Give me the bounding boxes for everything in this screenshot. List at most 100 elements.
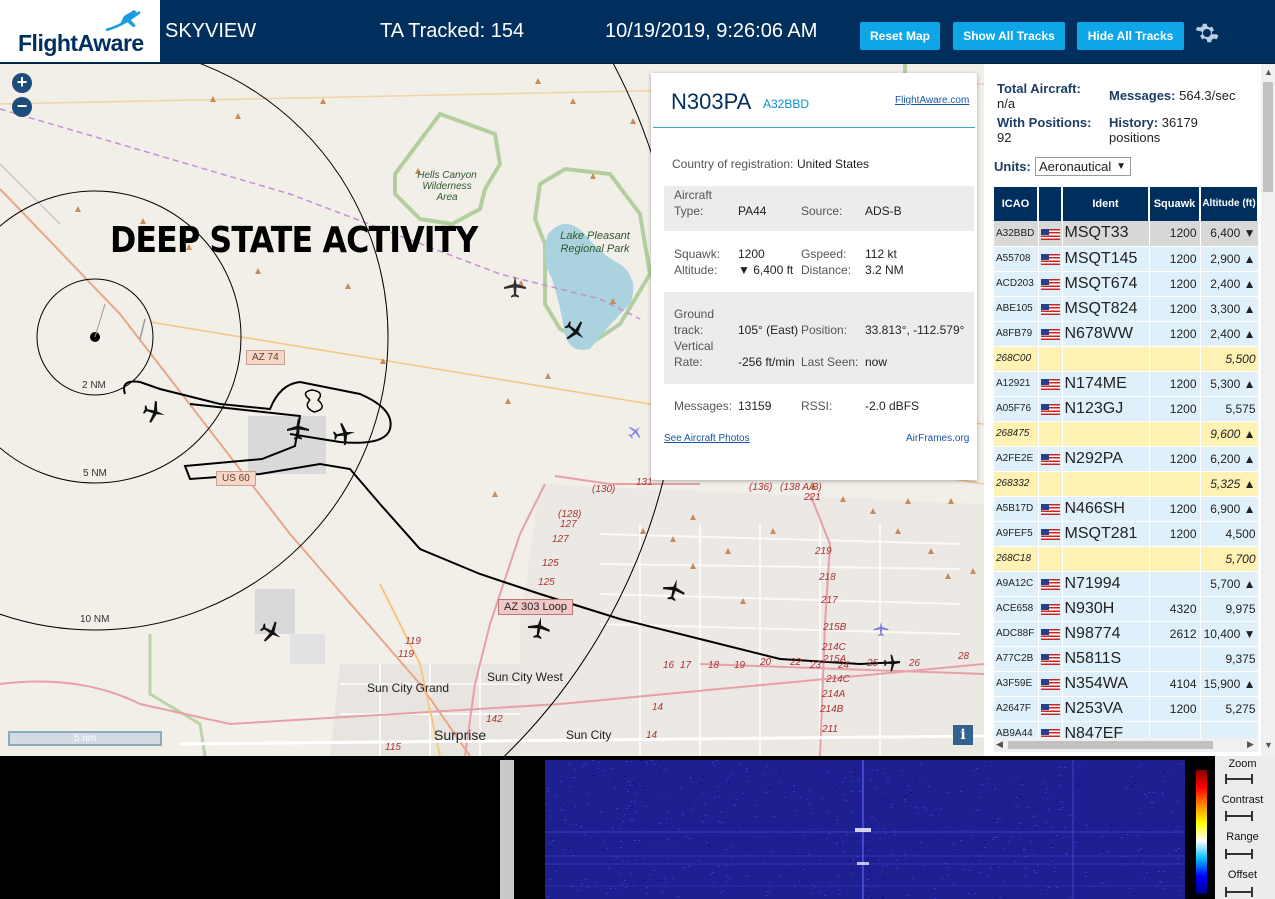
zoom-out-button[interactable]: − bbox=[12, 97, 32, 117]
table-row[interactable]: A12921 N174ME 1200 5,300 ▲ bbox=[994, 371, 1258, 397]
scale-bar: 5 nm bbox=[8, 731, 162, 746]
table-row[interactable]: A55708 MSQT145 1200 2,900 ▲ bbox=[994, 246, 1258, 272]
position-label: Position: bbox=[801, 323, 848, 337]
cell-altitude: 9,375 bbox=[1200, 646, 1258, 672]
cell-altitude: 5,700 ▲ bbox=[1200, 571, 1258, 597]
table-row[interactable]: ACD203 MSQT674 1200 2,400 ▲ bbox=[994, 271, 1258, 297]
range-slider[interactable] bbox=[1225, 849, 1253, 859]
horizontal-scroll-thumb[interactable] bbox=[1008, 741, 1213, 749]
aircraft-icon[interactable] bbox=[883, 654, 901, 672]
us-flag-icon bbox=[1040, 678, 1060, 690]
col-header-ident[interactable]: Ident bbox=[1062, 187, 1150, 221]
table-row[interactable]: ADC88F N98774 2612 10,400 ▼ bbox=[994, 621, 1258, 647]
cell-squawk bbox=[1149, 646, 1201, 672]
cell-flag bbox=[1038, 421, 1063, 447]
hide-all-tracks-button[interactable]: Hide All Tracks bbox=[1077, 22, 1184, 50]
range-control-label: Range bbox=[1226, 831, 1259, 843]
col-header-flag[interactable] bbox=[1038, 187, 1063, 221]
road-number: 19 bbox=[734, 660, 746, 671]
aircraft-icon[interactable] bbox=[286, 417, 310, 441]
table-row[interactable]: A5B17D N466SH 1200 6,900 ▲ bbox=[994, 496, 1258, 522]
popup-divider bbox=[653, 127, 975, 128]
cell-flag bbox=[1038, 221, 1063, 247]
table-row[interactable]: A2647F N253VA 1200 5,275 bbox=[994, 696, 1258, 722]
table-row[interactable]: 268C00 5,500 bbox=[994, 346, 1258, 372]
col-header-altitude[interactable]: Altitude (ft) bbox=[1200, 187, 1258, 221]
cell-altitude: 2,900 ▲ bbox=[1200, 246, 1258, 272]
logo-text: FlightAware bbox=[18, 30, 144, 56]
table-row[interactable]: 268332 5,325 ▲ bbox=[994, 471, 1258, 497]
total-aircraft-label: Total Aircraft: bbox=[997, 81, 1081, 96]
waterfall-divider[interactable] bbox=[500, 760, 514, 899]
cell-squawk bbox=[1149, 346, 1201, 372]
table-row[interactable]: A2FE2E N292PA 1200 6,200 ▲ bbox=[994, 446, 1258, 472]
table-row[interactable]: 268C18 5,700 bbox=[994, 546, 1258, 572]
aircraft-icon[interactable] bbox=[259, 620, 283, 644]
cell-altitude: 5,575 bbox=[1200, 396, 1258, 422]
road-number: 24 bbox=[838, 660, 850, 671]
horizontal-scrollbar[interactable]: ◀ ▶ bbox=[994, 738, 1258, 752]
airframes-link[interactable]: AirFrames.org bbox=[906, 433, 969, 444]
cell-ident: MSQT281 bbox=[1062, 521, 1150, 547]
road-number: 219 bbox=[815, 546, 832, 557]
offset-slider[interactable] bbox=[1225, 887, 1253, 897]
waterfall-controls: Zoom Contrast Range Offset bbox=[1215, 756, 1275, 899]
aircraft-icon[interactable] bbox=[662, 578, 686, 602]
aircraft-icon[interactable] bbox=[332, 422, 356, 446]
road-number: 127 bbox=[560, 519, 577, 530]
info-button[interactable]: i bbox=[953, 725, 973, 745]
aircraft-icon[interactable] bbox=[563, 319, 587, 343]
flightaware-link[interactable]: FlightAware.com bbox=[895, 95, 969, 106]
country-row: Country of registration: United States bbox=[651, 157, 977, 173]
last-seen-label: Last Seen: bbox=[801, 355, 859, 369]
vertical-scrollbar[interactable]: ▲ ▼ bbox=[1261, 64, 1275, 756]
scroll-down-icon[interactable]: ▼ bbox=[1264, 740, 1273, 750]
table-row[interactable]: 268475 9,600 ▲ bbox=[994, 421, 1258, 447]
cell-flag bbox=[1038, 646, 1063, 672]
show-all-tracks-button[interactable]: Show All Tracks bbox=[953, 22, 1065, 50]
road-number: 218 bbox=[819, 572, 836, 583]
col-header-squawk[interactable]: Squawk bbox=[1149, 187, 1201, 221]
cell-icao: A2647F bbox=[994, 696, 1039, 722]
gear-icon[interactable] bbox=[1195, 21, 1219, 45]
reset-map-button[interactable]: Reset Map bbox=[860, 22, 940, 50]
table-row[interactable]: A9A12C N71994 5,700 ▲ bbox=[994, 571, 1258, 597]
table-row[interactable]: A77C2B N5811S 9,375 bbox=[994, 646, 1258, 672]
vertical-scroll-thumb[interactable] bbox=[1263, 82, 1273, 192]
scroll-left-icon[interactable]: ◀ bbox=[996, 739, 1003, 750]
flightaware-logo[interactable]: FlightAware bbox=[0, 0, 160, 62]
units-select[interactable]: Aeronautical ▼ bbox=[1035, 157, 1131, 176]
cell-ident: N292PA bbox=[1062, 446, 1150, 472]
range-label-5nm: 5 NM bbox=[83, 468, 107, 479]
scroll-up-icon[interactable]: ▲ bbox=[1264, 67, 1273, 77]
table-row[interactable]: ABE105 MSQT824 1200 3,300 ▲ bbox=[994, 296, 1258, 322]
zoom-in-button[interactable]: + bbox=[12, 73, 32, 93]
table-row[interactable]: ACE658 N930H 4320 9,975 bbox=[994, 596, 1258, 622]
aircraft-icon[interactable] bbox=[527, 616, 551, 640]
cell-altitude: 9,600 ▲ bbox=[1200, 421, 1258, 447]
see-photos-link[interactable]: See Aircraft Photos bbox=[664, 433, 750, 444]
scroll-right-icon[interactable]: ▶ bbox=[1247, 739, 1254, 750]
cell-ident: MSQT824 bbox=[1062, 296, 1150, 322]
table-row[interactable]: A05F76 N123GJ 1200 5,575 bbox=[994, 396, 1258, 422]
place-sun-city-grand: Sun City Grand bbox=[367, 681, 450, 695]
aircraft-icon[interactable] bbox=[503, 275, 527, 299]
country-value: United States bbox=[797, 157, 870, 171]
datetime: 10/19/2019, 9:26:06 AM bbox=[605, 20, 818, 42]
gspeed-value: 112 kt bbox=[865, 247, 897, 261]
table-header-row: ICAO Ident Squawk Altitude (ft) bbox=[994, 187, 1258, 221]
cell-ident: N930H bbox=[1062, 596, 1150, 622]
total-aircraft-stat: Total Aircraft: n/a bbox=[997, 81, 1081, 111]
tracked-count: TA Tracked: 154 bbox=[380, 20, 525, 42]
zoom-slider[interactable] bbox=[1225, 774, 1253, 784]
table-row[interactable]: A9FEF5 MSQT281 1200 4,500 bbox=[994, 521, 1258, 547]
table-row[interactable]: A3F59E N354WA 4104 15,900 ▲ bbox=[994, 671, 1258, 697]
cell-squawk: 1200 bbox=[1149, 296, 1201, 322]
table-row[interactable]: A8FB79 N678WW 1200 2,400 ▲ bbox=[994, 321, 1258, 347]
contrast-slider[interactable] bbox=[1225, 811, 1253, 821]
aircraft-icon[interactable] bbox=[142, 400, 166, 424]
table-row[interactable]: A32BBD MSQT33 1200 6,400 ▼ bbox=[994, 221, 1258, 247]
aircraft-list-panel: Total Aircraft: n/a Messages: 564.3/sec … bbox=[984, 64, 1275, 756]
rssi-label: RSSI: bbox=[801, 399, 833, 413]
col-header-icao[interactable]: ICAO bbox=[994, 187, 1039, 221]
